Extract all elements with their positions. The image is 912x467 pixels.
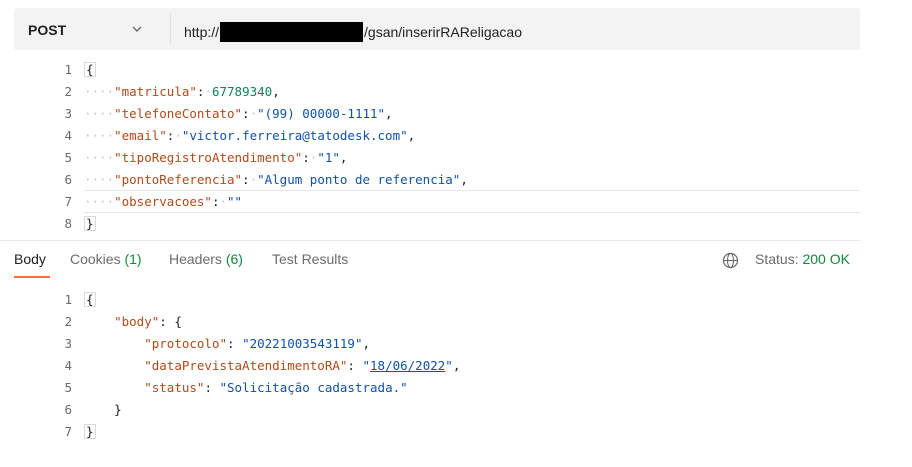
json-key: "email" bbox=[114, 128, 167, 143]
response-line: 2 "body": { bbox=[14, 310, 860, 332]
section-divider bbox=[0, 240, 860, 241]
json-key: "pontoReferencia" bbox=[114, 172, 243, 187]
response-status[interactable]: Status: 200 OK bbox=[755, 251, 850, 267]
json-key: "status" bbox=[144, 380, 205, 395]
response-line: 6 } bbox=[14, 398, 860, 420]
response-line: 4 "dataPrevistaAtendimentoRA": "18/06/20… bbox=[14, 354, 860, 376]
editor-line: 3 ····"telefoneContato":·"(99) 00000-111… bbox=[14, 102, 860, 124]
editor-line-current: 7 ····"observacoes":·"" bbox=[14, 190, 860, 213]
json-key: "body" bbox=[114, 314, 160, 329]
json-key: "protocolo" bbox=[144, 336, 228, 351]
close-brace: } bbox=[84, 216, 96, 231]
open-brace: { bbox=[84, 62, 96, 77]
editor-line: 2 ····"matricula":·67789340, bbox=[14, 80, 860, 102]
request-bar: POST http:// /gsan/inserirRAReligacao bbox=[14, 8, 860, 50]
line-number: 4 bbox=[64, 128, 72, 143]
editor-line: 4 ····"email":·"victor.ferreira@tatodesk… bbox=[14, 124, 860, 146]
json-value-date: 18/06/2022 bbox=[370, 358, 446, 373]
line-number: 6 bbox=[64, 172, 72, 187]
json-key: "tipoRegistroAtendimento" bbox=[114, 150, 303, 165]
method-select[interactable]: POST bbox=[28, 22, 66, 38]
response-line: 5 "status": "Solicitação cadastrada." bbox=[14, 376, 860, 398]
line-number: 3 bbox=[64, 336, 72, 351]
globe-icon[interactable] bbox=[722, 252, 739, 269]
editor-line: 1 { bbox=[14, 58, 860, 80]
tab-body[interactable]: Body bbox=[14, 251, 46, 267]
close-brace: } bbox=[84, 424, 96, 439]
editor-line: 8 } bbox=[14, 212, 860, 234]
response-line: 1 { bbox=[14, 288, 860, 310]
json-value: "victor.ferreira@tatodesk.com" bbox=[181, 128, 408, 143]
tab-cookies[interactable]: Cookies (1) bbox=[70, 251, 142, 267]
editor-line: 6 ····"pontoReferencia":·"Algum ponto de… bbox=[14, 168, 860, 190]
url-prefix: http:// bbox=[184, 24, 220, 40]
url-input[interactable]: http:// /gsan/inserirRAReligacao bbox=[184, 22, 522, 42]
json-value: 67789340 bbox=[211, 84, 273, 99]
open-brace: { bbox=[84, 292, 96, 307]
active-tab-indicator bbox=[14, 276, 50, 278]
json-key: "observacoes" bbox=[114, 194, 212, 209]
response-body-viewer: 1 { 2 "body": { 3 "protocolo": "20221003… bbox=[14, 288, 860, 448]
request-body-editor[interactable]: 1 { 2 ····"matricula":·67789340, 3 ····"… bbox=[14, 58, 860, 240]
close-brace: } bbox=[114, 402, 122, 417]
json-value: "Solicitação cadastrada." bbox=[219, 380, 408, 395]
line-number: 1 bbox=[64, 62, 72, 77]
open-brace: { bbox=[174, 314, 182, 329]
line-number: 5 bbox=[64, 150, 72, 165]
line-number: 2 bbox=[64, 314, 72, 329]
status-code: 200 OK bbox=[802, 251, 850, 267]
json-value: "1" bbox=[317, 150, 340, 165]
json-value: "20221003543119" bbox=[242, 336, 363, 351]
tab-count: (1) bbox=[124, 251, 142, 267]
chevron-down-icon[interactable] bbox=[131, 24, 143, 34]
json-value: "Algum ponto de referencia" bbox=[257, 172, 461, 187]
url-separator bbox=[170, 14, 171, 44]
line-number: 7 bbox=[64, 194, 72, 209]
url-path: /gsan/inserirRAReligacao bbox=[364, 24, 522, 40]
response-line: 7 } bbox=[14, 420, 860, 442]
json-key: "dataPrevistaAtendimentoRA" bbox=[144, 358, 348, 373]
editor-line: 5 ····"tipoRegistroAtendimento":·"1", bbox=[14, 146, 860, 168]
line-number: 4 bbox=[64, 358, 72, 373]
response-line: 3 "protocolo": "20221003543119", bbox=[14, 332, 860, 354]
line-number: 3 bbox=[64, 106, 72, 121]
json-key: "telefoneContato" bbox=[114, 106, 243, 121]
line-number: 7 bbox=[64, 424, 72, 439]
line-number: 2 bbox=[64, 84, 72, 99]
tab-headers[interactable]: Headers (6) bbox=[169, 251, 243, 267]
line-number: 1 bbox=[64, 292, 72, 307]
line-number: 6 bbox=[64, 402, 72, 417]
url-redacted-host bbox=[220, 22, 364, 42]
json-value: "(99) 00000-1111" bbox=[257, 106, 386, 121]
tab-count: (6) bbox=[225, 251, 243, 267]
json-value: "" bbox=[227, 194, 243, 209]
line-number: 8 bbox=[64, 216, 72, 231]
json-key: "matricula" bbox=[114, 84, 197, 99]
line-number: 5 bbox=[64, 380, 72, 395]
tab-test-results[interactable]: Test Results bbox=[272, 251, 348, 267]
